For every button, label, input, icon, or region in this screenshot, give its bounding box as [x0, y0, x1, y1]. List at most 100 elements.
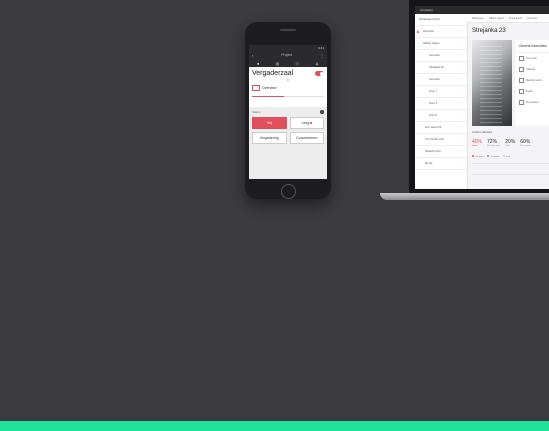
utilization-stat[interactable]: 40% Desks — [472, 139, 482, 147]
lightbulb-icon[interactable]: ♦ — [257, 61, 259, 66]
bottom-accent-strip — [0, 421, 549, 431]
laptop-base — [380, 193, 549, 200]
phone-nav-bar: ‹ Project ⋮ — [249, 51, 327, 59]
legend-item: Free — [503, 155, 510, 158]
sidebar-item[interactable]: D.E. Gevel 33 › — [415, 122, 467, 134]
breadcrumb-link[interactable]: Wibaut Jagers — [489, 17, 504, 20]
legend-label: Reserved — [490, 156, 500, 158]
legend-swatch — [503, 155, 506, 157]
chevron-right-icon: › — [462, 162, 463, 165]
breadcrumb-separator: › — [506, 16, 507, 20]
info-icon[interactable]: i — [320, 110, 324, 114]
utilization-stat[interactable]: 72% Meeting rooms — [487, 139, 500, 147]
status-button-leeg[interactable]: Leeg — [289, 117, 324, 129]
active-marker — [417, 30, 419, 33]
sidebar-item[interactable]: Wibaut Jagers › — [415, 38, 467, 50]
sidebar-item-label: My list — [425, 162, 433, 165]
sidebar-item[interactable]: Overview › — [415, 74, 467, 86]
breadcrumb-separator: › — [485, 16, 487, 20]
utilization-stats: 40% Desks 72% Meeting rooms 20% Other 60% Flex … — [472, 139, 531, 147]
info-row-label: Desks — [526, 90, 533, 93]
status-button-vrij[interactable]: Vrij — [252, 117, 287, 129]
app-title: Company — [420, 8, 433, 12]
chevron-right-icon: › — [462, 138, 463, 141]
stat-caption: Other — [505, 145, 511, 147]
legend-swatch — [472, 155, 474, 157]
info-row: Your team — [515, 53, 549, 64]
sidebar-item[interactable]: Strejanka 23 › — [415, 62, 467, 74]
stat-caption: Meeting rooms — [487, 145, 501, 147]
button-label: Concentreren — [296, 136, 318, 140]
info-row-icon — [519, 78, 524, 83]
utilization-stat[interactable]: 60% Flex spaces — [520, 139, 531, 147]
sidebar-item[interactable]: Workspace Portal — [415, 14, 467, 26]
sidebar-item-label: Overview — [429, 54, 440, 57]
stat-caption: Flex spaces — [520, 145, 531, 147]
user-icon[interactable]: ♟ — [315, 61, 319, 66]
legend-item: Reserved — [487, 155, 499, 158]
utilization-label: Current utilization — [472, 131, 493, 134]
info-row-label: Flex spaces — [526, 101, 539, 104]
chevron-right-icon: › — [462, 78, 463, 81]
sidebar-item-label: Overview — [429, 78, 440, 81]
grid-icon[interactable]: ▦ — [275, 61, 279, 66]
breadcrumb-link[interactable]: Overview — [527, 17, 537, 20]
chevron-right-icon: › — [462, 30, 463, 33]
breadcrumb-separator: › — [524, 16, 526, 20]
info-row-icon — [519, 67, 524, 72]
room-row[interactable]: Overview — [249, 82, 327, 94]
info-row: Meeting rooms — [515, 75, 549, 86]
progress-fill — [252, 96, 285, 97]
status-time: 9:41 — [318, 46, 324, 50]
sidebar-item[interactable]: Overview › — [415, 50, 467, 62]
room-sub-label: Overview — [262, 86, 277, 90]
more-icon[interactable]: ⋮ — [320, 53, 324, 58]
sidebar-item-label: Floor 5 — [429, 114, 438, 117]
sidebar-item-label: Workspace Portal — [419, 18, 440, 21]
chevron-right-icon: › — [462, 54, 463, 57]
room-icon — [252, 85, 260, 91]
breadcrumb-link[interactable]: Strejanka 23 — [509, 17, 522, 20]
breadcrumb-link[interactable]: Workspace — [472, 17, 484, 20]
info-row-icon — [519, 56, 524, 61]
info-card-title: General information — [515, 40, 549, 53]
home-button[interactable] — [281, 184, 296, 199]
phone-device: 9:41 ‹ Project ⋮ ♦ ▦ ◎ ♟ Vergaderzaal • … — [245, 22, 331, 199]
info-row: Desks — [515, 86, 549, 97]
sidebar-item[interactable]: Floor 5 › — [415, 110, 467, 122]
info-row-label: Meeting rooms — [526, 79, 542, 82]
utilization-stat[interactable]: 20% Other — [505, 139, 515, 147]
app-top-bar: Company — [415, 6, 549, 14]
info-row-icon — [519, 89, 524, 94]
sidebar-item-label: Wibaut Jagers — [423, 42, 440, 45]
dial-icon[interactable]: ◎ — [295, 61, 299, 66]
sidebar-item[interactable]: My list › — [415, 158, 467, 170]
info-row-icon — [519, 100, 524, 105]
sidebar-item[interactable]: Overview › — [415, 26, 467, 38]
sidebar-item[interactable]: The Vondel Golf › — [415, 134, 467, 146]
sidebar-item[interactable]: Floor 6 › — [415, 98, 467, 110]
legend-label: Free — [506, 156, 511, 158]
status-button-concentreren[interactable]: Concentreren — [289, 132, 324, 144]
chevron-right-icon: › — [462, 114, 463, 117]
room-toggle[interactable] — [315, 71, 324, 76]
info-row-label: Capacity — [526, 68, 536, 71]
sidebar-item[interactable]: Rudolph Four › — [415, 146, 467, 158]
info-row-label: Your team — [526, 57, 537, 60]
breadcrumb: Workspace › Wibaut Jagers › Strejanka 23 › Ove… — [467, 14, 549, 23]
status-button-vergadering[interactable]: Vergadering — [252, 132, 287, 144]
page-title: Strejanka 23 — [472, 28, 506, 34]
nav-title: Project — [281, 53, 293, 57]
sidebar-item[interactable]: Floor 7 › — [415, 86, 467, 98]
room-name: Vergaderzaal — [252, 70, 294, 77]
chevron-right-icon: › — [462, 102, 463, 105]
general-info-card: General information Your team Capacity Mee… — [515, 40, 549, 126]
dot-icon — [310, 122, 312, 124]
chevron-right-icon: › — [462, 126, 463, 129]
status-section: Status i — [249, 107, 327, 117]
status-panel: Status i Vrij Leeg Vergadering Concentre… — [249, 107, 327, 179]
button-label: Vrij — [266, 121, 272, 125]
sidebar: Workspace Portal Overview › Wibaut Jagers › O… — [415, 14, 468, 189]
status-label: Status — [252, 110, 261, 114]
back-icon[interactable]: ‹ — [252, 53, 253, 58]
